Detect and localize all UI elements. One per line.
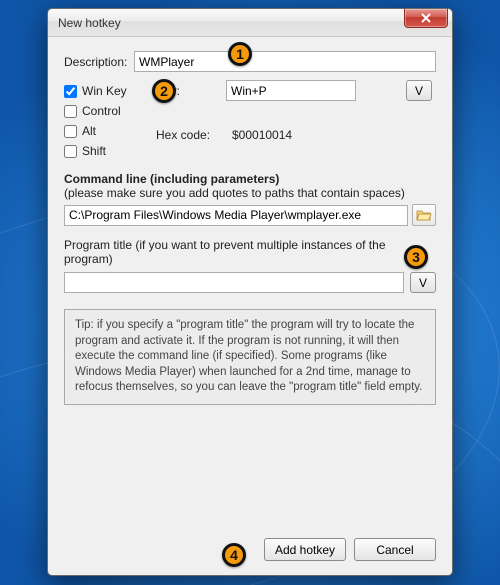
annotation-badge-3: 3 xyxy=(404,245,428,269)
dialog-window: New hotkey Description: Win Key xyxy=(47,8,453,576)
browse-button[interactable] xyxy=(412,204,436,226)
dialog-body: Description: Win Key Control Alt xyxy=(48,37,452,575)
description-input[interactable] xyxy=(134,51,436,72)
hexcode-value: $00010014 xyxy=(226,128,404,142)
annotation-badge-1: 1 xyxy=(228,42,252,66)
commandline-title: Command line (including parameters) xyxy=(64,172,436,186)
close-icon xyxy=(421,13,431,23)
key-picker-button[interactable]: V xyxy=(406,80,432,101)
program-title-label: Program title (if you want to prevent mu… xyxy=(64,238,436,266)
alt-label: Alt xyxy=(82,124,96,138)
program-title-picker-button[interactable]: V xyxy=(410,272,436,293)
titlebar[interactable]: New hotkey xyxy=(48,9,452,37)
alt-checkbox[interactable]: Alt xyxy=(64,124,154,138)
control-checkbox[interactable]: Control xyxy=(64,104,154,118)
control-label: Control xyxy=(82,104,121,118)
shift-label: Shift xyxy=(82,144,106,158)
annotation-badge-2: 2 xyxy=(152,79,176,103)
winkey-label: Win Key xyxy=(82,84,127,98)
folder-open-icon xyxy=(416,208,432,222)
description-label: Description: xyxy=(64,55,134,69)
winkey-checkbox[interactable]: Win Key xyxy=(64,84,154,98)
shift-checkbox[interactable]: Shift xyxy=(64,144,154,158)
window-title: New hotkey xyxy=(58,16,121,30)
commandline-input[interactable] xyxy=(64,205,408,226)
close-button[interactable] xyxy=(404,9,448,28)
add-hotkey-button[interactable]: Add hotkey xyxy=(264,538,346,561)
hexcode-label: Hex code: xyxy=(156,128,224,142)
program-title-input[interactable] xyxy=(64,272,404,293)
commandline-sub: (please make sure you add quotes to path… xyxy=(64,186,436,200)
desktop: New hotkey Description: Win Key xyxy=(0,0,500,585)
tip-box: Tip: if you specify a "program title" th… xyxy=(64,309,436,405)
cancel-button[interactable]: Cancel xyxy=(354,538,436,561)
annotation-badge-4: 4 xyxy=(222,543,246,567)
key-input[interactable] xyxy=(226,80,356,101)
